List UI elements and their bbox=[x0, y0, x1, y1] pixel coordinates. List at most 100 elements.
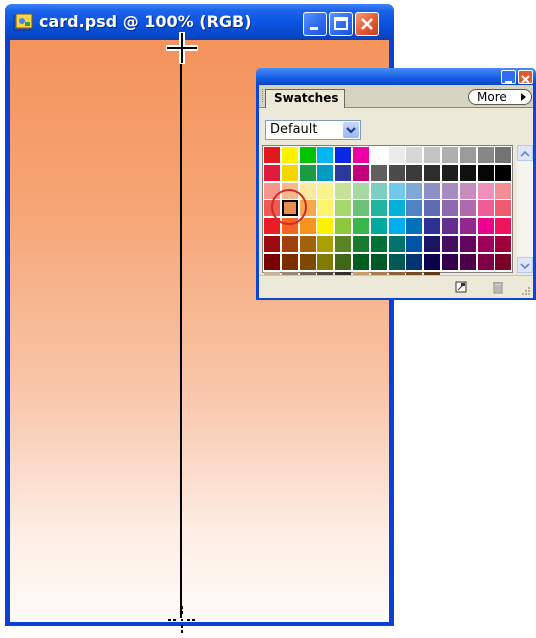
swatch[interactable] bbox=[370, 147, 387, 163]
swatch[interactable] bbox=[495, 218, 512, 235]
vertical-guide[interactable] bbox=[180, 40, 182, 618]
swatch[interactable] bbox=[424, 236, 441, 252]
swatch[interactable] bbox=[459, 218, 476, 235]
swatch[interactable] bbox=[424, 253, 441, 270]
scroll-down-button[interactable] bbox=[517, 257, 533, 273]
panel-minimize-button[interactable] bbox=[501, 70, 516, 84]
swatch[interactable] bbox=[424, 200, 441, 217]
swatch[interactable] bbox=[388, 147, 405, 163]
swatch[interactable] bbox=[477, 147, 494, 163]
swatch[interactable] bbox=[353, 218, 369, 235]
swatch[interactable] bbox=[424, 164, 441, 181]
swatch[interactable] bbox=[424, 218, 441, 235]
swatch[interactable] bbox=[353, 182, 369, 199]
swatch[interactable] bbox=[317, 164, 334, 181]
new-swatch-icon[interactable] bbox=[454, 280, 468, 294]
swatch[interactable] bbox=[299, 253, 316, 270]
swatch[interactable] bbox=[442, 200, 458, 217]
panel-close-button[interactable] bbox=[518, 70, 533, 84]
swatch[interactable] bbox=[335, 147, 352, 163]
swatch[interactable] bbox=[388, 182, 405, 199]
panel-titlebar[interactable] bbox=[256, 68, 536, 85]
swatch[interactable] bbox=[477, 236, 494, 252]
swatch[interactable] bbox=[353, 200, 369, 217]
swatch[interactable] bbox=[424, 147, 441, 163]
swatch[interactable] bbox=[264, 253, 280, 270]
swatch[interactable] bbox=[264, 236, 280, 252]
swatch[interactable] bbox=[353, 164, 369, 181]
swatch[interactable] bbox=[388, 253, 405, 270]
scroll-up-button[interactable] bbox=[517, 145, 533, 161]
swatch[interactable] bbox=[353, 236, 369, 252]
dropdown-button[interactable] bbox=[343, 122, 359, 138]
swatch[interactable] bbox=[442, 236, 458, 252]
swatch[interactable] bbox=[388, 164, 405, 181]
swatch[interactable] bbox=[442, 147, 458, 163]
swatch[interactable] bbox=[495, 253, 512, 270]
swatch[interactable] bbox=[335, 236, 352, 252]
swatch[interactable] bbox=[406, 182, 423, 199]
swatch[interactable] bbox=[459, 253, 476, 270]
maximize-button[interactable] bbox=[329, 12, 353, 36]
swatch[interactable] bbox=[281, 236, 298, 252]
swatch[interactable] bbox=[335, 218, 352, 235]
close-button[interactable] bbox=[355, 12, 379, 36]
swatch[interactable] bbox=[406, 218, 423, 235]
vertical-scrollbar[interactable] bbox=[517, 145, 533, 273]
swatch[interactable] bbox=[477, 164, 494, 181]
swatch[interactable] bbox=[424, 182, 441, 199]
swatch[interactable] bbox=[317, 236, 334, 252]
swatch[interactable] bbox=[388, 236, 405, 252]
swatch[interactable] bbox=[370, 218, 387, 235]
swatch[interactable] bbox=[406, 164, 423, 181]
resize-grip-icon[interactable] bbox=[521, 286, 531, 296]
swatch[interactable] bbox=[477, 182, 494, 199]
swatch[interactable] bbox=[406, 200, 423, 217]
swatches-panel[interactable]: Swatches More Default bbox=[256, 68, 536, 300]
swatch[interactable] bbox=[335, 253, 352, 270]
swatch[interactable] bbox=[335, 182, 352, 199]
swatch[interactable] bbox=[370, 182, 387, 199]
swatch[interactable] bbox=[459, 164, 476, 181]
swatch[interactable] bbox=[442, 218, 458, 235]
tab-swatches[interactable]: Swatches bbox=[265, 89, 345, 108]
swatch[interactable] bbox=[317, 200, 334, 217]
swatch[interactable] bbox=[299, 236, 316, 252]
swatch[interactable] bbox=[495, 147, 512, 163]
swatch[interactable] bbox=[299, 218, 316, 235]
trash-icon[interactable] bbox=[491, 280, 505, 294]
swatch[interactable] bbox=[281, 253, 298, 270]
swatch[interactable] bbox=[495, 164, 512, 181]
swatch[interactable] bbox=[495, 200, 512, 217]
swatch[interactable] bbox=[406, 253, 423, 270]
swatch[interactable] bbox=[388, 200, 405, 217]
swatch[interactable] bbox=[317, 147, 334, 163]
swatch[interactable] bbox=[370, 236, 387, 252]
swatch[interactable] bbox=[335, 164, 352, 181]
swatch[interactable] bbox=[442, 164, 458, 181]
swatch-library-select[interactable]: Default bbox=[265, 120, 361, 140]
swatch[interactable] bbox=[335, 200, 352, 217]
swatch[interactable] bbox=[370, 200, 387, 217]
minimize-button[interactable] bbox=[303, 12, 327, 36]
swatch[interactable] bbox=[459, 236, 476, 252]
swatch[interactable] bbox=[281, 147, 298, 163]
more-button[interactable]: More bbox=[468, 89, 532, 105]
swatch[interactable] bbox=[406, 236, 423, 252]
swatch[interactable] bbox=[477, 253, 494, 270]
swatch[interactable] bbox=[442, 253, 458, 270]
swatch[interactable] bbox=[406, 147, 423, 163]
swatch[interactable] bbox=[281, 164, 298, 181]
swatch[interactable] bbox=[477, 218, 494, 235]
swatch[interactable] bbox=[353, 253, 369, 270]
swatch[interactable] bbox=[370, 253, 387, 270]
swatch[interactable] bbox=[264, 164, 280, 181]
swatch[interactable] bbox=[495, 236, 512, 252]
swatch[interactable] bbox=[299, 147, 316, 163]
swatch[interactable] bbox=[317, 253, 334, 270]
swatch[interactable] bbox=[370, 164, 387, 181]
swatch[interactable] bbox=[477, 200, 494, 217]
swatch[interactable] bbox=[317, 182, 334, 199]
swatch[interactable] bbox=[459, 147, 476, 163]
swatch[interactable] bbox=[317, 218, 334, 235]
